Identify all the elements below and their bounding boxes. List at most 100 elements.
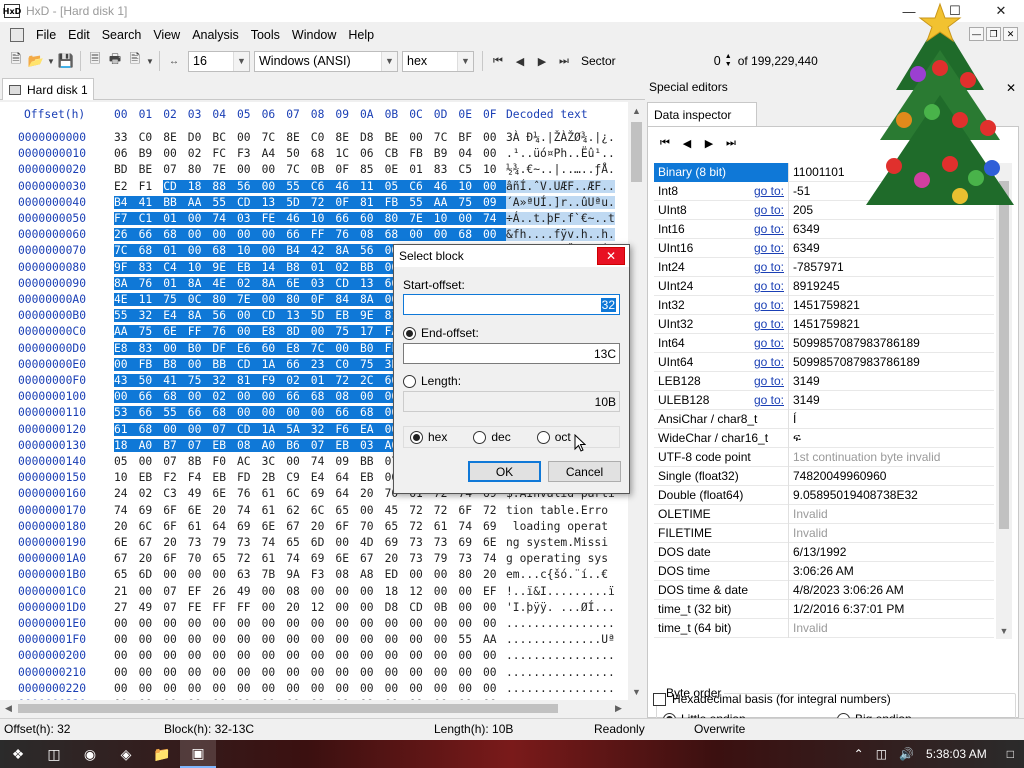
hex-byte[interactable]: 7C bbox=[310, 341, 336, 355]
inspector-value[interactable]: 5099857087983786189 bbox=[788, 352, 994, 372]
inspector-value[interactable]: 1st continuation byte invalid bbox=[788, 447, 994, 467]
inspector-value[interactable]: 3:06:26 AM bbox=[788, 561, 994, 581]
hex-byte[interactable]: 8E bbox=[286, 131, 311, 144]
hex-byte[interactable]: CD bbox=[335, 276, 361, 290]
hex-byte[interactable]: 00 bbox=[286, 649, 311, 662]
hex-byte[interactable]: EB bbox=[335, 438, 361, 452]
hex-byte[interactable]: 00 bbox=[237, 325, 262, 339]
length-input[interactable]: 10B bbox=[403, 391, 620, 412]
hex-byte[interactable]: 9E bbox=[360, 309, 385, 323]
hex-byte[interactable]: 00 bbox=[286, 617, 311, 630]
hex-byte[interactable]: 56 bbox=[360, 244, 385, 258]
hex-byte[interactable]: 00 bbox=[237, 228, 262, 242]
hex-byte[interactable]: 65 bbox=[212, 552, 237, 565]
hex-byte[interactable]: 23 bbox=[310, 357, 336, 371]
hex-byte[interactable]: 00 bbox=[114, 666, 139, 679]
hex-byte[interactable]: 00 bbox=[237, 390, 262, 404]
hex-byte[interactable]: 8E bbox=[163, 131, 188, 144]
hex-byte[interactable]: 56 bbox=[212, 309, 238, 323]
hex-byte[interactable]: 00 bbox=[261, 179, 287, 193]
hex-byte[interactable]: 00 bbox=[262, 649, 287, 662]
hex-byte[interactable]: 8A bbox=[187, 276, 213, 290]
hex-byte[interactable]: 00 bbox=[139, 585, 164, 598]
hex-byte[interactable]: 00 bbox=[163, 666, 188, 679]
hex-byte[interactable]: 55 bbox=[458, 633, 483, 646]
document-system-menu-icon[interactable] bbox=[10, 28, 24, 42]
hex-byte[interactable]: 45 bbox=[385, 504, 410, 517]
hex-byte[interactable]: 00 bbox=[261, 228, 287, 242]
hex-byte[interactable]: CD bbox=[409, 601, 434, 614]
minimize-button[interactable]: — bbox=[886, 0, 932, 22]
hex-byte[interactable]: 72 bbox=[434, 504, 459, 517]
inspector-value[interactable]: 205 bbox=[788, 200, 994, 220]
hex-byte[interactable]: C3 bbox=[163, 487, 188, 500]
hex-byte[interactable]: 00 bbox=[188, 649, 213, 662]
hex-byte[interactable]: 00 bbox=[409, 228, 435, 242]
hex-byte[interactable]: 67 bbox=[286, 520, 311, 533]
inspector-row[interactable]: Int8 go to: -51 bbox=[654, 181, 994, 201]
hex-byte[interactable]: 11 bbox=[138, 293, 164, 306]
hex-byte[interactable]: 10 bbox=[433, 212, 459, 225]
hex-byte[interactable]: 55 bbox=[212, 195, 238, 209]
hex-byte[interactable]: 20 bbox=[114, 520, 139, 533]
scroll-down-icon[interactable]: ▼ bbox=[628, 683, 645, 700]
goto-link[interactable]: go to: bbox=[754, 336, 784, 350]
hex-byte[interactable]: 69 bbox=[458, 536, 483, 549]
hex-byte[interactable]: 83 bbox=[138, 341, 164, 355]
hex-byte[interactable]: 21 bbox=[114, 585, 139, 598]
inspector-row[interactable]: UInt24 go to: 8919245 bbox=[654, 276, 994, 296]
hex-byte[interactable]: 00 bbox=[311, 585, 336, 598]
hxd-app-icon[interactable]: HxD bbox=[3, 4, 21, 18]
hex-byte[interactable]: 00 bbox=[360, 601, 385, 614]
hex-byte[interactable]: 00 bbox=[385, 617, 410, 630]
hex-byte[interactable]: BE bbox=[139, 163, 164, 176]
hex-byte[interactable]: C0 bbox=[335, 357, 361, 371]
menu-tools[interactable]: Tools bbox=[245, 28, 286, 42]
save-icon[interactable]: 💾 bbox=[56, 51, 76, 71]
goto-link[interactable]: go to: bbox=[754, 317, 784, 331]
hex-byte[interactable]: 66 bbox=[286, 390, 312, 404]
hex-byte[interactable]: 73 bbox=[409, 552, 434, 565]
hex-byte[interactable]: 00 bbox=[311, 666, 336, 679]
inspector-value[interactable]: 3149 bbox=[788, 390, 994, 410]
hex-byte[interactable]: EB bbox=[360, 471, 385, 484]
hex-byte[interactable]: 74 bbox=[262, 536, 287, 549]
hex-byte[interactable]: C5 bbox=[458, 163, 483, 176]
hex-byte[interactable]: BB bbox=[360, 455, 385, 468]
hex-byte[interactable]: 00 bbox=[262, 601, 287, 614]
hex-byte[interactable]: 02 bbox=[286, 374, 312, 387]
hex-byte[interactable]: 00 bbox=[409, 633, 434, 646]
goto-link[interactable]: go to: bbox=[754, 279, 784, 293]
hex-byte[interactable]: 03 bbox=[360, 438, 385, 452]
hex-byte[interactable]: 73 bbox=[237, 536, 262, 549]
hex-byte[interactable]: 55 bbox=[114, 309, 139, 323]
hex-byte[interactable]: 10 bbox=[458, 179, 484, 193]
hex-byte[interactable]: 01 bbox=[310, 374, 336, 387]
hex-byte[interactable]: 74 bbox=[483, 212, 508, 225]
sector-spin-icon[interactable]: ▲ ▼ bbox=[725, 53, 732, 69]
hex-byte[interactable]: EB bbox=[212, 438, 238, 452]
hex-byte[interactable]: 7C bbox=[262, 131, 287, 144]
inspector-row[interactable]: Single (float32) 74820049960960 bbox=[654, 466, 994, 486]
hex-byte[interactable]: 70 bbox=[188, 552, 213, 565]
hex-byte[interactable]: 6C bbox=[311, 504, 336, 517]
hex-byte[interactable]: B7 bbox=[163, 438, 189, 452]
hex-byte[interactable]: 00 bbox=[311, 633, 336, 646]
hex-byte[interactable]: 00 bbox=[360, 682, 385, 695]
hex-byte[interactable]: 14 bbox=[261, 260, 287, 274]
decoded-text[interactable]: em...c{šó.¨í..€ bbox=[506, 568, 615, 581]
hex-byte[interactable]: 74 bbox=[237, 504, 262, 517]
hex-byte[interactable]: 00 bbox=[188, 633, 213, 646]
inspector-value[interactable]: -7857971 bbox=[788, 257, 994, 277]
hex-byte[interactable]: 00 bbox=[187, 244, 213, 258]
hex-byte[interactable]: 72 bbox=[409, 504, 434, 517]
hex-byte[interactable]: BB bbox=[212, 357, 238, 371]
hex-byte[interactable]: 00 bbox=[385, 649, 410, 662]
inspector-scrollbar[interactable]: ▼ bbox=[996, 163, 1012, 639]
hex-byte[interactable]: 00 bbox=[262, 682, 287, 695]
hex-byte[interactable]: 00 bbox=[409, 617, 434, 630]
hex-byte[interactable]: 00 bbox=[433, 228, 459, 242]
hex-byte[interactable]: 02 bbox=[237, 276, 262, 290]
hex-byte[interactable]: 8D bbox=[286, 325, 312, 339]
hex-byte[interactable]: 00 bbox=[237, 633, 262, 646]
